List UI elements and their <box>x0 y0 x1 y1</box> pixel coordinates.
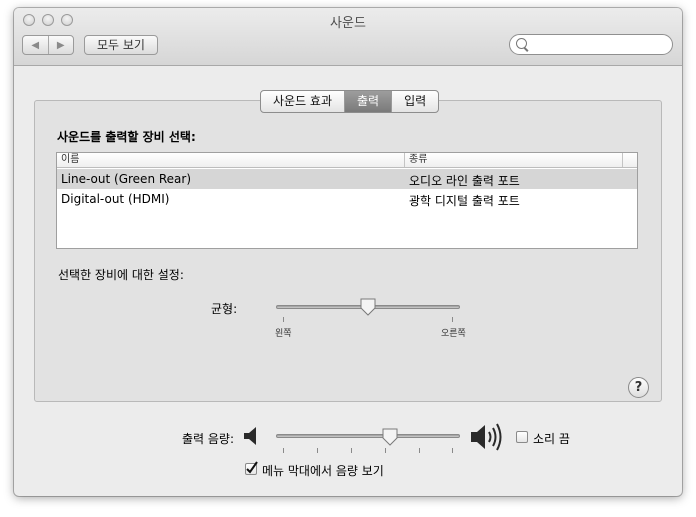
output-volume-slider[interactable] <box>276 428 460 458</box>
choose-device-label: 사운드를 출력할 장비 선택: <box>57 130 196 144</box>
volume-tick <box>385 448 386 453</box>
back-button[interactable]: ◀ <box>23 36 48 54</box>
tab-sound-effects[interactable]: 사운드 효과 <box>261 91 344 112</box>
device-name: Line-out (Green Rear) <box>61 172 192 186</box>
volume-track <box>276 434 460 438</box>
balance-tick <box>283 317 284 322</box>
tab-output[interactable]: 출력 <box>344 91 392 112</box>
device-type: 광학 디지털 출력 포트 <box>409 194 520 208</box>
balance-slider[interactable] <box>276 298 460 328</box>
forward-button[interactable]: ▶ <box>47 36 74 54</box>
mute-label: 소리 끔 <box>533 432 570 446</box>
table-row[interactable]: Digital-out (HDMI) 광학 디지털 출력 포트 <box>57 189 637 209</box>
table-row[interactable]: Line-out (Green Rear) 오디오 라인 출력 포트 <box>57 169 637 189</box>
show-volume-in-menubar-checkbox[interactable] <box>245 461 258 475</box>
column-type-header[interactable]: 종류 <box>404 153 427 167</box>
output-panel <box>34 100 662 402</box>
table-header: 이름 종류 <box>57 153 637 168</box>
output-volume-label: 출력 음량: <box>182 432 235 446</box>
speaker-high-icon <box>471 423 502 451</box>
balance-left-label: 왼쪽 <box>275 329 292 339</box>
speaker-low-icon <box>244 427 256 445</box>
search-input[interactable] <box>532 36 671 54</box>
column-divider <box>622 153 623 167</box>
back-forward-control: ◀ ▶ <box>22 35 74 55</box>
volume-thumb[interactable] <box>382 428 398 446</box>
tab-bar: 사운드 효과 출력 입력 <box>260 90 440 113</box>
search-field[interactable] <box>509 34 673 55</box>
device-type: 오디오 라인 출력 포트 <box>409 174 520 188</box>
balance-thumb[interactable] <box>360 298 376 316</box>
show-volume-in-menubar-label: 메뉴 막대에서 음량 보기 <box>262 464 384 478</box>
mute-checkbox[interactable] <box>516 431 528 443</box>
tab-input[interactable]: 입력 <box>391 91 438 112</box>
device-settings-label: 선택한 장비에 대한 설정: <box>58 268 184 282</box>
volume-tick <box>419 448 420 453</box>
output-device-table: 이름 종류 Line-out (Green Rear) 오디오 라인 출력 포트… <box>56 152 638 249</box>
title-bar: 사운드 ◀ ▶ 모두 보기 <box>14 8 682 66</box>
window-title: 사운드 <box>330 16 366 31</box>
show-all-button[interactable]: 모두 보기 <box>84 35 158 55</box>
volume-tick <box>351 448 352 453</box>
checkmark-icon <box>246 461 258 474</box>
volume-tick <box>283 448 284 453</box>
device-name: Digital-out (HDMI) <box>61 192 170 206</box>
balance-right-label: 오른쪽 <box>441 329 466 339</box>
help-button[interactable]: ? <box>628 377 649 398</box>
balance-tick <box>452 317 453 322</box>
balance-label: 균형: <box>211 302 238 316</box>
search-icon <box>516 38 527 49</box>
volume-tick <box>317 448 318 453</box>
column-name-header[interactable]: 이름 <box>61 153 79 167</box>
volume-tick <box>452 448 453 453</box>
